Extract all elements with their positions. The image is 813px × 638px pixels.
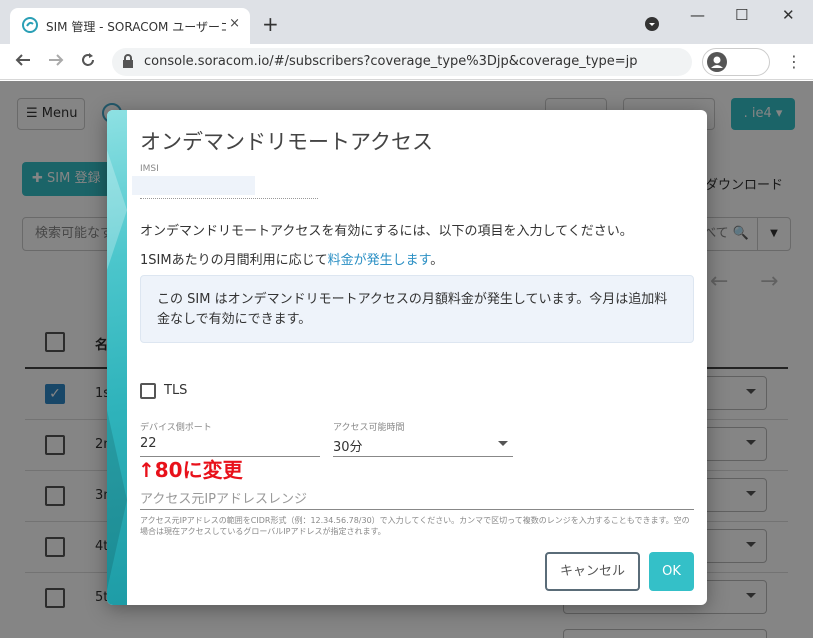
imsi-value [132, 176, 255, 195]
lock-icon [122, 54, 134, 72]
browser-nav-bar: console.soracom.io/#/subscribers?coverag… [0, 44, 813, 80]
browser-tab[interactable]: SIM 管理 - SORACOM ユーザーコンソ × [10, 8, 250, 44]
cancel-button[interactable]: キャンセル [545, 552, 640, 591]
ip-range-underline [140, 509, 694, 510]
new-tab-button[interactable]: + [262, 12, 279, 36]
forward-arrow-icon[interactable] [47, 51, 65, 74]
fee-link[interactable]: 料金が発生します [328, 253, 431, 268]
ip-range-help-text: アクセス元IPアドレスの範囲をCIDR形式（例：12.34.56.78/30）で… [140, 516, 690, 536]
on-demand-remote-access-dialog: オンデマンドリモートアクセス IMSI オンデマンドリモートアクセスを有効にする… [107, 110, 707, 605]
reload-icon[interactable] [79, 51, 97, 74]
url-text: console.soracom.io/#/subscribers?coverag… [144, 54, 638, 69]
dropdown-arrow-icon[interactable] [498, 441, 508, 451]
instruction-text: オンデマンドリモートアクセスを有効にするには、以下の項目を入力してください。 [140, 224, 633, 239]
back-arrow-icon[interactable] [14, 51, 32, 74]
annotation-text: ↑80に変更 [138, 458, 243, 482]
dialog-title: オンデマンドリモートアクセス [140, 130, 433, 154]
port-label: デバイス側ポート [140, 423, 212, 433]
imsi-underline [140, 198, 318, 199]
duration-select[interactable]: 30分 [333, 436, 363, 455]
close-window-button[interactable]: ✕ [782, 6, 795, 24]
profile-avatar-icon [707, 52, 727, 76]
tls-label: TLS [164, 383, 188, 398]
ip-range-input[interactable]: アクセス元IPアドレスレンジ [140, 488, 307, 507]
tab-search-icon[interactable] [645, 17, 659, 35]
address-bar[interactable]: console.soracom.io/#/subscribers?coverag… [112, 48, 692, 76]
profile-button[interactable] [702, 48, 770, 76]
maximize-button[interactable]: ☐ [735, 6, 748, 24]
duration-label: アクセス可能時間 [333, 423, 405, 433]
port-input[interactable]: 22 [140, 436, 157, 451]
dialog-accent-bar [107, 110, 127, 605]
browser-menu-icon[interactable]: ⋮ [786, 52, 802, 71]
ok-button[interactable]: OK [649, 552, 694, 591]
tab-close-icon[interactable]: × [229, 16, 240, 31]
imsi-label: IMSI [140, 164, 159, 174]
soracom-favicon-icon [22, 17, 38, 37]
tls-checkbox[interactable] [140, 383, 156, 399]
duration-select-underline [333, 456, 513, 457]
info-box: この SIM はオンデマンドリモートアクセスの月額料金が発生しています。今月は追… [140, 275, 694, 343]
browser-tab-bar: SIM 管理 - SORACOM ユーザーコンソ × + — ☐ ✕ [0, 0, 813, 44]
tab-title: SIM 管理 - SORACOM ユーザーコンソ [46, 20, 226, 34]
fee-notice-text: 1SIMあたりの月間利用に応じて料金が発生します。 [140, 253, 444, 268]
minimize-button[interactable]: — [690, 6, 705, 24]
